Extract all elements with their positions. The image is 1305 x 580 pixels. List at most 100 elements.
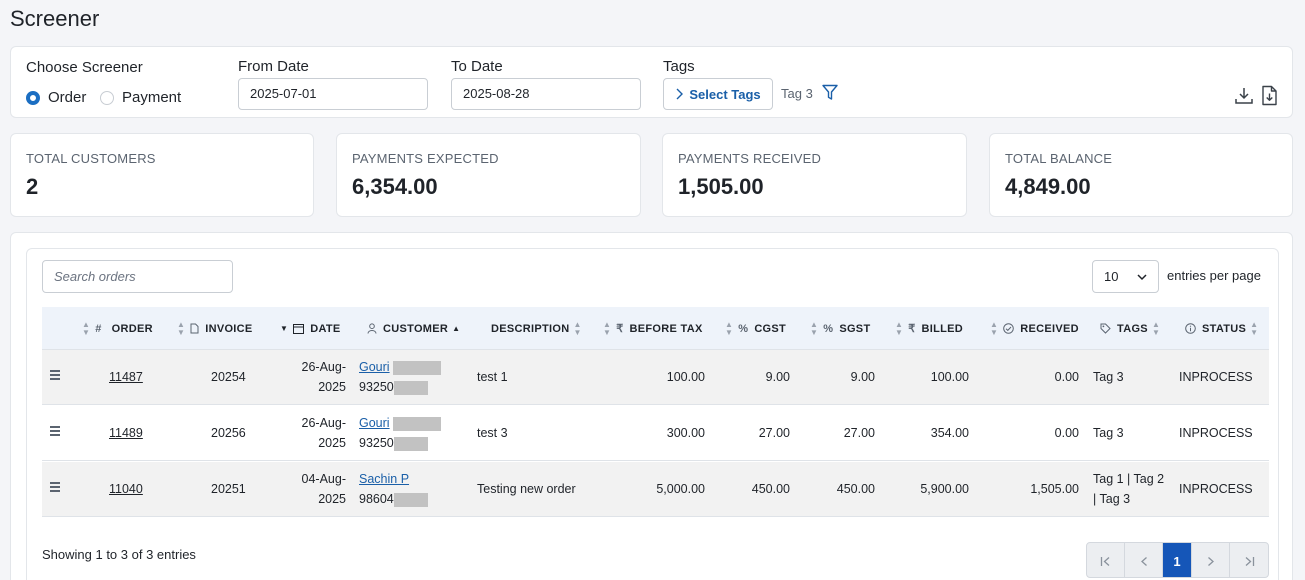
col-cgst[interactable]: ▲ ▼% CGST	[725, 307, 786, 350]
from-date-label: From Date	[238, 58, 309, 75]
next-page-button[interactable]	[1192, 543, 1230, 577]
hash-icon: #	[95, 322, 102, 335]
billed-cell: 354.00	[930, 426, 969, 440]
stat-total-customers: TOTAL CUSTOMERS 2	[10, 133, 314, 217]
col-status[interactable]: STATUS ▲ ▼	[1185, 307, 1258, 350]
date-cell: 26-Aug- 2025	[301, 416, 346, 450]
col-sgst[interactable]: ▲ ▼% SGST	[810, 307, 870, 350]
first-page-button[interactable]	[1087, 543, 1125, 577]
col-before-tax[interactable]: ▲ ▼ ₹ BEFORE TAX	[603, 307, 703, 350]
col-date[interactable]: ▼ DATE	[280, 307, 341, 350]
sort-icon: ▲ ▼	[1250, 319, 1259, 337]
col-received[interactable]: ▲ ▼ RECEIVED	[990, 307, 1079, 350]
select-tags-label: Select Tags	[689, 86, 761, 102]
drag-handle-icon[interactable]	[50, 482, 60, 494]
tags-cell: Tag 3	[1093, 370, 1124, 384]
col-tags[interactable]: TAGS ▲ ▼	[1100, 307, 1160, 350]
last-page-button[interactable]	[1230, 543, 1268, 577]
status-cell: INPROCESS	[1179, 426, 1253, 440]
col-customer[interactable]: CUSTOMER ▲	[367, 307, 460, 350]
before-tax-cell: 300.00	[666, 426, 705, 440]
order-link[interactable]: 11040	[109, 479, 143, 499]
select-tags-button[interactable]: Select Tags	[663, 78, 773, 110]
radio-order[interactable]: Order	[26, 89, 86, 106]
sort-icon: ▲ ▼	[177, 319, 186, 337]
download-icon[interactable]	[1234, 86, 1254, 106]
table-header: ▲ ▼ # ORDER ▲ ▼ INVOICE ▼ DATE CUSTOMER ▲ DESCR…	[42, 307, 1269, 350]
filter-icon[interactable]	[822, 84, 838, 101]
sort-icon: ▲ ▼	[990, 319, 999, 337]
cgst-cell: 27.00	[758, 426, 790, 440]
per-page-value: 10	[1104, 269, 1119, 284]
table-row[interactable]: 11489 20256 26-Aug- 2025 Gouri 93250 test…	[42, 406, 1269, 461]
order-link[interactable]: 11489	[109, 423, 143, 443]
tag-icon	[1100, 323, 1111, 334]
per-page-label: entries per page	[1167, 268, 1261, 283]
percent-icon: %	[738, 322, 749, 335]
filter-panel: Choose Screener Order Payment From Date …	[10, 46, 1293, 118]
redacted-block	[393, 416, 442, 431]
selected-tag: Tag 3	[781, 86, 813, 101]
radio-payment-dot[interactable]	[100, 90, 114, 105]
col-billed[interactable]: ▲ ▼ ₹ BILLED	[895, 307, 963, 350]
redacted-block	[393, 436, 428, 451]
stat-total-balance: TOTAL BALANCE 4,849.00	[989, 133, 1293, 217]
drag-handle-icon[interactable]	[50, 426, 60, 438]
percent-icon: %	[823, 322, 834, 335]
redacted-block	[393, 360, 442, 375]
per-page-select[interactable]: 10	[1092, 260, 1159, 293]
customer-link[interactable]: Gouri	[359, 360, 390, 374]
drag-handle-icon[interactable]	[50, 370, 60, 382]
chevron-down-icon	[1137, 274, 1147, 281]
table-row[interactable]: 11040 20251 04-Aug- 2025 Sachin P 98604 Te…	[42, 462, 1269, 517]
customer-link[interactable]: Sachin P	[359, 472, 409, 486]
rupee-icon: ₹	[616, 323, 624, 335]
prev-page-button[interactable]	[1125, 543, 1163, 577]
sort-icon: ▲ ▼	[82, 319, 91, 337]
radio-payment[interactable]: Payment	[100, 89, 181, 106]
customer-link[interactable]: Gouri	[359, 416, 390, 430]
showing-entries-text: Showing 1 to 3 of 3 entries	[42, 547, 196, 562]
last-page-icon	[1245, 556, 1254, 566]
order-link[interactable]: 11487	[109, 367, 143, 387]
col-invoice[interactable]: ▲ ▼ INVOICE	[177, 307, 253, 350]
sort-icon: ▲ ▼	[895, 319, 904, 337]
calendar-icon	[293, 323, 305, 334]
stat-payments-expected: PAYMENTS EXPECTED 6,354.00	[336, 133, 641, 217]
sort-icon: ▲ ▼	[810, 319, 819, 337]
page-button-current[interactable]: 1	[1163, 543, 1192, 577]
customer-cell: Sachin P 98604	[359, 469, 428, 509]
search-input[interactable]	[42, 260, 233, 293]
customer-cell: Gouri 93250	[359, 413, 442, 453]
from-date-input[interactable]: 2025-07-01	[238, 78, 428, 110]
received-cell: 0.00	[1054, 370, 1079, 384]
stat-label: PAYMENTS EXPECTED	[352, 151, 499, 166]
description-cell: test 3	[477, 426, 508, 440]
col-description[interactable]: DESCRIPTION ▲ ▼	[491, 307, 582, 350]
sort-icon: ▲ ▼	[603, 319, 612, 337]
status-cell: INPROCESS	[1179, 482, 1253, 496]
sort-icon: ▲ ▼	[573, 319, 582, 337]
stat-value: 6,354.00	[352, 174, 438, 199]
status-cell: INPROCESS	[1179, 370, 1253, 384]
col-order[interactable]: ▲ ▼ # ORDER	[82, 307, 153, 350]
cgst-cell: 9.00	[765, 370, 790, 384]
table-row[interactable]: 11487 20254 26-Aug- 2025 Gouri 93250 test…	[42, 350, 1269, 405]
description-cell: Testing new order	[477, 482, 576, 496]
cgst-cell: 450.00	[751, 482, 790, 496]
billed-cell: 5,900.00	[920, 482, 969, 496]
to-date-input[interactable]: 2025-08-28	[451, 78, 641, 110]
radio-payment-label: Payment	[122, 89, 182, 106]
pagination: 1	[1086, 542, 1269, 578]
export-file-icon[interactable]	[1261, 85, 1278, 106]
stat-label: TOTAL CUSTOMERS	[26, 151, 156, 166]
radio-order-label: Order	[48, 89, 87, 106]
rupee-icon: ₹	[908, 323, 916, 335]
user-icon	[367, 323, 377, 334]
document-icon	[190, 323, 199, 334]
info-icon	[1185, 323, 1196, 334]
radio-order-dot[interactable]	[26, 90, 40, 105]
orders-table-card: 10 entries per page ▲▼#ORDER ▲▼INVOICE ▼…	[10, 232, 1293, 580]
before-tax-cell: 5,000.00	[656, 482, 705, 496]
stat-payments-received: PAYMENTS RECEIVED 1,505.00	[662, 133, 967, 217]
